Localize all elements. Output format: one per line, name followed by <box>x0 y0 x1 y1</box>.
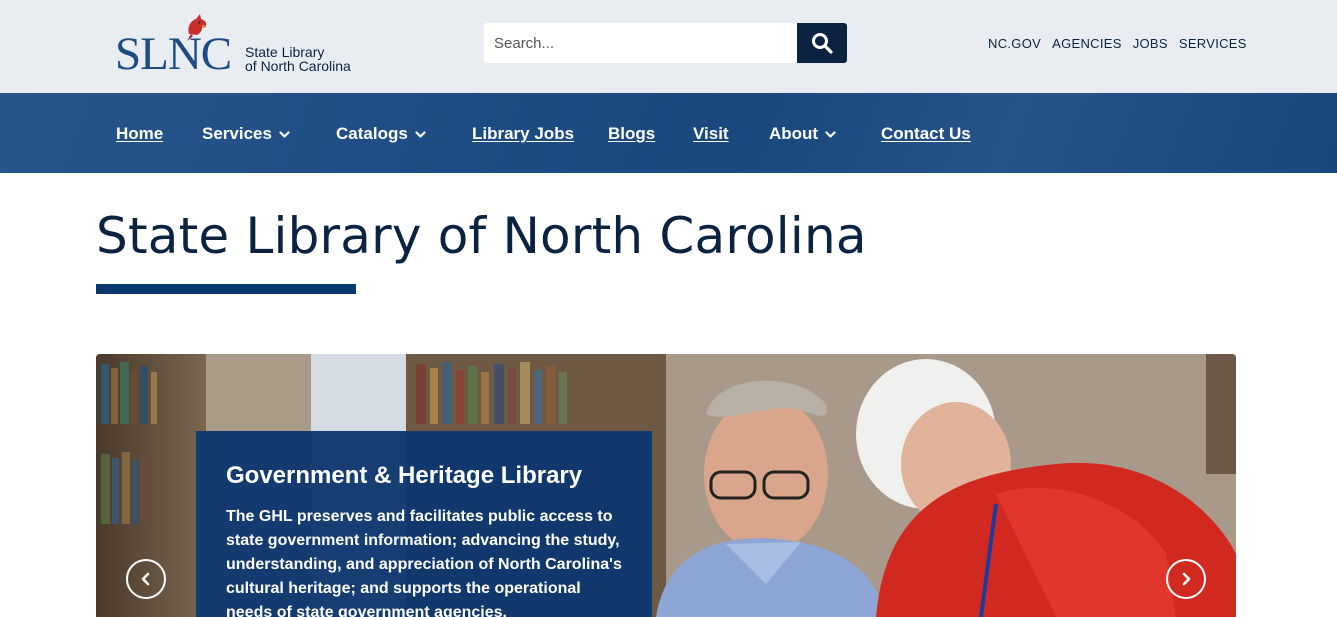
nav-item-label: About <box>769 124 819 143</box>
chevron-right-icon <box>1182 572 1191 586</box>
search-form <box>484 23 847 63</box>
logo-mark: SLNC <box>115 28 232 80</box>
search-icon <box>812 33 833 54</box>
chevron-left-icon <box>141 572 150 586</box>
nav-item-label: Catalogs <box>336 124 408 143</box>
nav-item-visit[interactable]: Visit <box>693 125 729 143</box>
nav-item-label: Visit <box>693 124 729 143</box>
util-link-ncgov[interactable]: NC.GOV <box>988 36 1041 51</box>
nav-item-catalogs[interactable]: Catalogs <box>336 125 426 143</box>
logo-line-2: of North Carolina <box>245 58 351 74</box>
carousel-prev-button[interactable] <box>126 559 166 599</box>
slide-caption: Government & Heritage Library The GHL pr… <box>196 431 652 617</box>
util-link-services[interactable]: SERVICES <box>1179 36 1247 51</box>
nav-item-contact-us[interactable]: Contact Us <box>881 125 971 143</box>
logo-text: State Library of North Carolina <box>245 45 351 73</box>
slide-description: The GHL preserves and facilitates public… <box>226 508 622 617</box>
nav-background-shade <box>0 93 1337 173</box>
top-utility-bar: SLNC State Library of North Carolina NC.… <box>0 0 1337 93</box>
logo-line-1: State Library <box>245 44 325 60</box>
nav-item-blogs[interactable]: Blogs <box>608 125 655 143</box>
slide-title: Government & Heritage Library <box>226 462 583 489</box>
carousel-next-button[interactable] <box>1166 559 1206 599</box>
page-title: State Library of North Carolina <box>96 207 867 265</box>
nav-item-label: Contact Us <box>881 124 971 143</box>
chevron-down-icon <box>415 130 426 138</box>
site-logo[interactable]: SLNC State Library of North Carolina <box>115 12 375 78</box>
chevron-down-icon <box>279 130 290 138</box>
nav-item-label: Home <box>116 124 164 143</box>
nav-item-label: Blogs <box>608 124 656 143</box>
util-link-agencies[interactable]: AGENCIES <box>1052 36 1122 51</box>
nav-item-about[interactable]: About <box>769 125 836 143</box>
nav-item-services[interactable]: Services <box>202 125 290 143</box>
nav-item-library-jobs[interactable]: Library Jobs <box>472 125 574 143</box>
main-nav: Home Services Catalogs Library Jobs Blog… <box>0 93 1337 173</box>
hero-carousel: Government & Heritage Library The GHL pr… <box>96 354 1236 617</box>
utility-links: NC.GOV AGENCIES JOBS SERVICES <box>988 36 1247 51</box>
title-underline-rule <box>96 284 356 294</box>
search-input[interactable] <box>484 23 797 63</box>
util-link-jobs[interactable]: JOBS <box>1133 36 1168 51</box>
search-button[interactable] <box>797 23 847 63</box>
nav-item-label: Services <box>202 124 272 143</box>
nav-item-label: Library Jobs <box>472 124 575 143</box>
chevron-down-icon <box>825 130 836 138</box>
nav-item-home[interactable]: Home <box>116 125 163 143</box>
